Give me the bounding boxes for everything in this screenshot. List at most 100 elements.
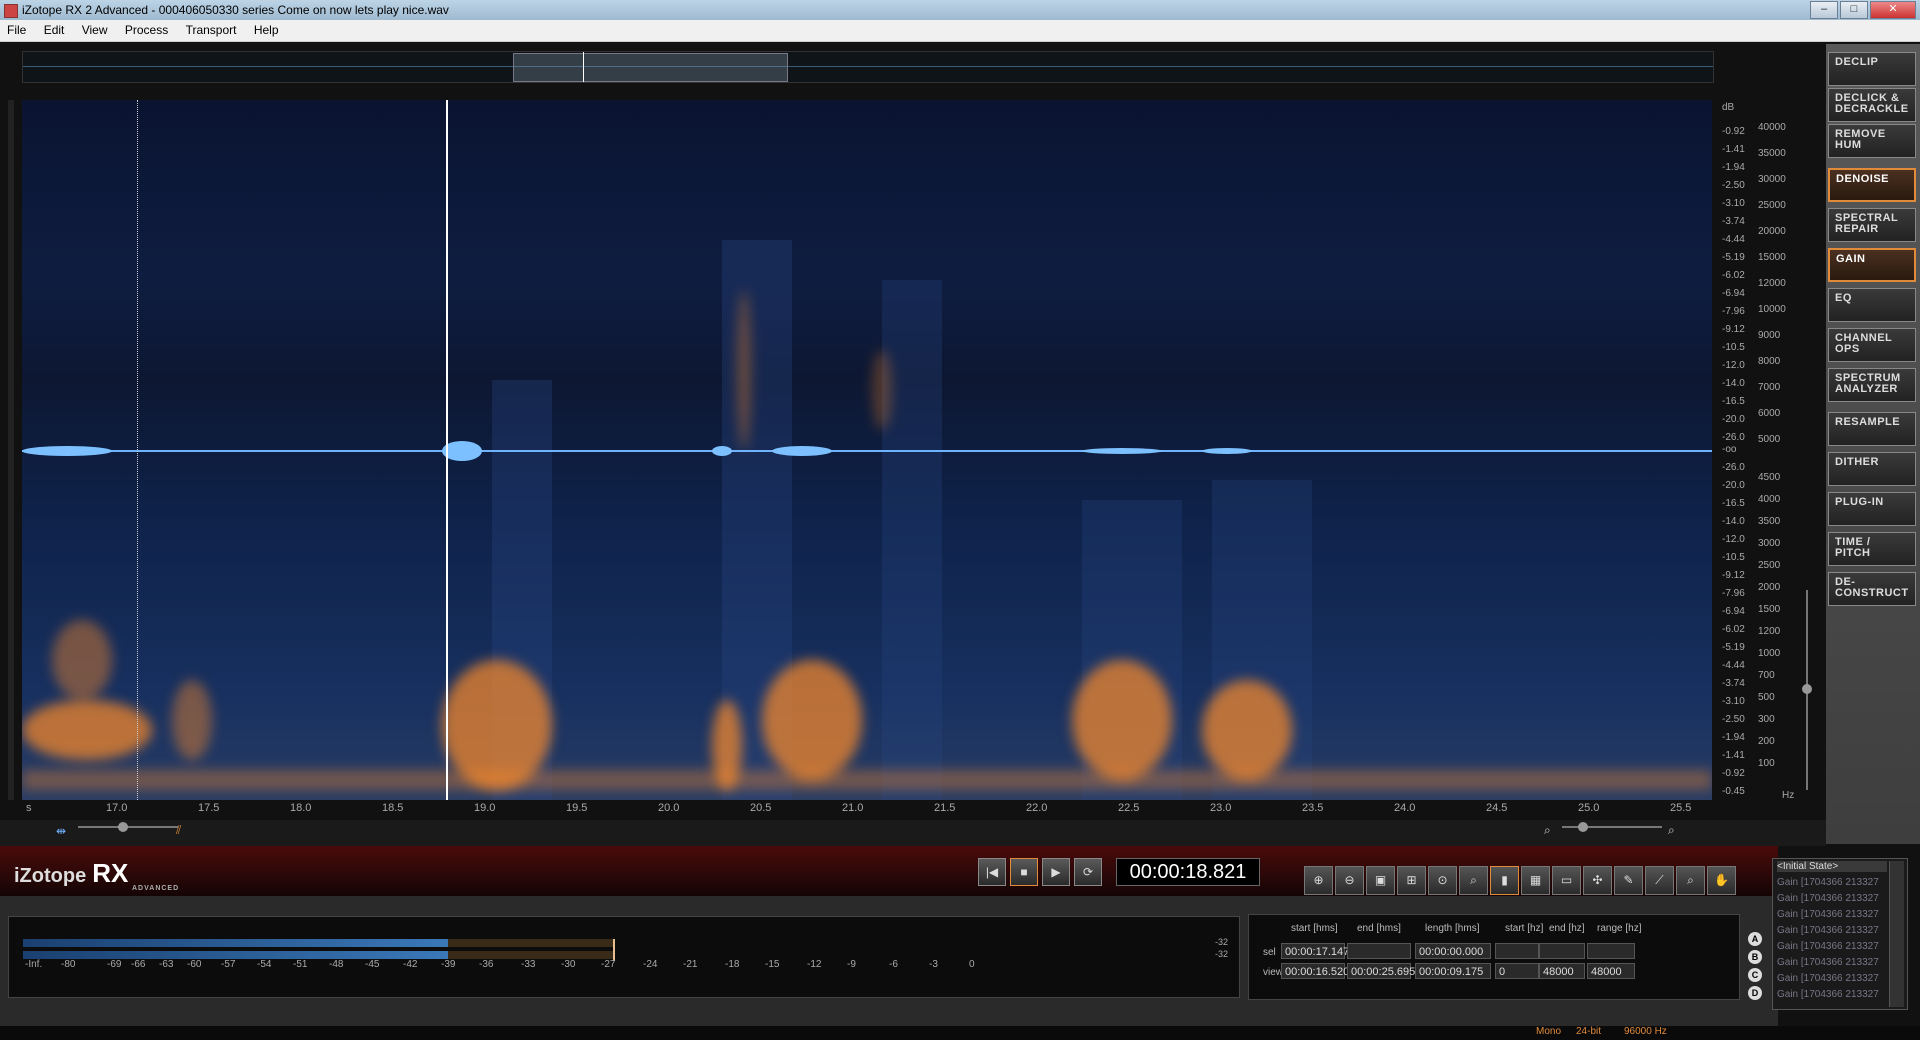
view-start-hms[interactable]: 00:00:16.520 [1281,963,1349,979]
history-item[interactable]: Gain [1704366 213327 [1777,925,1887,936]
sel-start-hms[interactable]: 00:00:17.147 [1281,943,1349,959]
tool-button-13[interactable]: ✋ [1707,866,1736,895]
tool-button-8[interactable]: ▭ [1552,866,1581,895]
module-button-spectral-repair[interactable]: SPECTRAL REPAIR [1828,208,1916,242]
minimize-button[interactable]: – [1810,1,1838,19]
horizontal-zoom-track[interactable] [1562,826,1662,828]
tool-button-11[interactable]: ⟋ [1645,866,1674,895]
history-scrollbar[interactable] [1889,861,1904,1007]
history-item[interactable]: <Initial State> [1777,861,1887,872]
history-item[interactable]: Gain [1704366 213327 [1777,989,1887,1000]
history-item[interactable]: Gain [1704366 213327 [1777,877,1887,888]
maximize-button[interactable]: □ [1840,1,1868,19]
time-tick-label: 21.0 [842,802,864,814]
zoom-out-icon[interactable]: ⌕ [1544,823,1551,838]
module-button-eq[interactable]: EQ [1828,288,1916,322]
menu-view[interactable]: View [75,20,115,40]
module-button-gain[interactable]: GAIN [1828,248,1916,282]
view-row-label: view [1263,967,1284,978]
vertical-zoom-slider[interactable] [1802,590,1812,790]
sel-end-hz[interactable] [1539,943,1585,959]
view-start-hz[interactable]: 0 [1495,963,1539,979]
db-tick-label: -3.74 [1722,216,1745,227]
tool-button-1[interactable]: ⊖ [1335,866,1364,895]
meter-scale-label: -6 [889,959,898,970]
spectral-energy [1072,660,1172,780]
module-button-denoise[interactable]: DENOISE [1828,168,1916,202]
history-item[interactable]: Gain [1704366 213327 [1777,957,1887,968]
tool-button-2[interactable]: ▣ [1366,866,1395,895]
menu-process[interactable]: Process [118,20,175,40]
compare-d-button[interactable]: D [1748,986,1762,1000]
tool-button-3[interactable]: ⊞ [1397,866,1426,895]
color-map-icon[interactable]: ⫽ [176,823,181,838]
module-button-declip[interactable]: DECLIP [1828,52,1916,86]
tool-button-7[interactable]: ▦ [1521,866,1550,895]
sel-length-hms[interactable]: 00:00:00.000 [1415,943,1491,959]
opacity-slider-track[interactable] [78,826,178,828]
tool-button-4[interactable]: ⊙ [1428,866,1457,895]
db-tick-label: -2.50 [1722,180,1745,191]
stop-button[interactable]: ■ [1010,858,1038,886]
db-tick-label: -3.10 [1722,198,1745,209]
sel-start-hz[interactable] [1495,943,1539,959]
logo-product: RX [92,858,129,888]
view-length-hms[interactable]: 00:00:09.175 [1415,963,1491,979]
module-button-time-pitch[interactable]: TIME / PITCH [1828,532,1916,566]
menu-file[interactable]: File [0,20,33,40]
view-end-hms[interactable]: 00:00:25.695 [1347,963,1415,979]
playback-cursor[interactable] [446,100,448,800]
tool-button-10[interactable]: ✎ [1614,866,1643,895]
module-button-declick-decrackle[interactable]: DECLICK & DECRACKLE [1828,88,1916,122]
spectrogram-view[interactable] [22,100,1712,800]
module-button-resample[interactable]: RESAMPLE [1828,412,1916,446]
sel-range-hz[interactable] [1587,943,1635,959]
module-button-channel-ops[interactable]: CHANNEL OPS [1828,328,1916,362]
compare-a-button[interactable]: A [1748,932,1762,946]
overview-strip[interactable] [22,51,1714,83]
zoom-in-icon[interactable]: ⌕ [1668,823,1675,838]
izotope-logo: iZotope RX ADVANCED [14,858,178,892]
menu-help[interactable]: Help [247,20,286,40]
overview-view-window[interactable] [513,53,788,82]
db-tick-label: -0.45 [1722,786,1745,797]
module-button-de-construct[interactable]: DE-CONSTRUCT [1828,572,1916,606]
module-button-plug-in[interactable]: PLUG-IN [1828,492,1916,526]
db-tick-label: -1.94 [1722,162,1745,173]
db-tick-label: -12.0 [1722,534,1745,545]
loop-button[interactable]: ⟳ [1074,858,1102,886]
module-button-remove-hum[interactable]: REMOVE HUM [1828,124,1916,158]
history-item[interactable]: Gain [1704366 213327 [1777,909,1887,920]
module-button-dither[interactable]: DITHER [1828,452,1916,486]
compare-b-button[interactable]: B [1748,950,1762,964]
view-range-hz[interactable]: 48000 [1587,963,1635,979]
db-tick-label: -5.19 [1722,642,1745,653]
tool-button-0[interactable]: ⊕ [1304,866,1333,895]
menu-transport[interactable]: Transport [179,20,244,40]
tool-button-9[interactable]: ✣ [1583,866,1612,895]
history-item[interactable]: Gain [1704366 213327 [1777,893,1887,904]
opacity-slider-knob[interactable] [118,822,128,832]
history-item[interactable]: Gain [1704366 213327 [1777,973,1887,984]
sel-end-hms[interactable] [1347,943,1411,959]
compare-c-button[interactable]: C [1748,968,1762,982]
time-tick-label: 25.5 [1670,802,1692,814]
waveform-spectrogram-toggle-icon[interactable]: ⇹ [56,824,66,838]
rewind-button[interactable]: |◀ [978,858,1006,886]
vertical-zoom-knob[interactable] [1802,684,1812,694]
selection-header: end [hz] [1549,923,1585,934]
tool-button-5[interactable]: ⌕ [1459,866,1488,895]
time-tick-label: 23.5 [1302,802,1324,814]
selection-marker[interactable] [137,100,138,800]
tool-button-12[interactable]: ⌕ [1676,866,1705,895]
horizontal-zoom-knob[interactable] [1578,822,1588,832]
db-tick-label: -9.12 [1722,324,1745,335]
close-button[interactable]: ✕ [1870,1,1916,19]
undo-history-panel: <Initial State> Gain [1704366 213327 Gain … [1772,858,1908,1010]
play-button[interactable]: ▶ [1042,858,1070,886]
tool-button-6[interactable]: ▮ [1490,866,1519,895]
history-item[interactable]: Gain [1704366 213327 [1777,941,1887,952]
menu-edit[interactable]: Edit [37,20,72,40]
module-button-spectrum-analyzer[interactable]: SPECTRUM ANALYZER [1828,368,1916,402]
view-end-hz[interactable]: 48000 [1539,963,1585,979]
